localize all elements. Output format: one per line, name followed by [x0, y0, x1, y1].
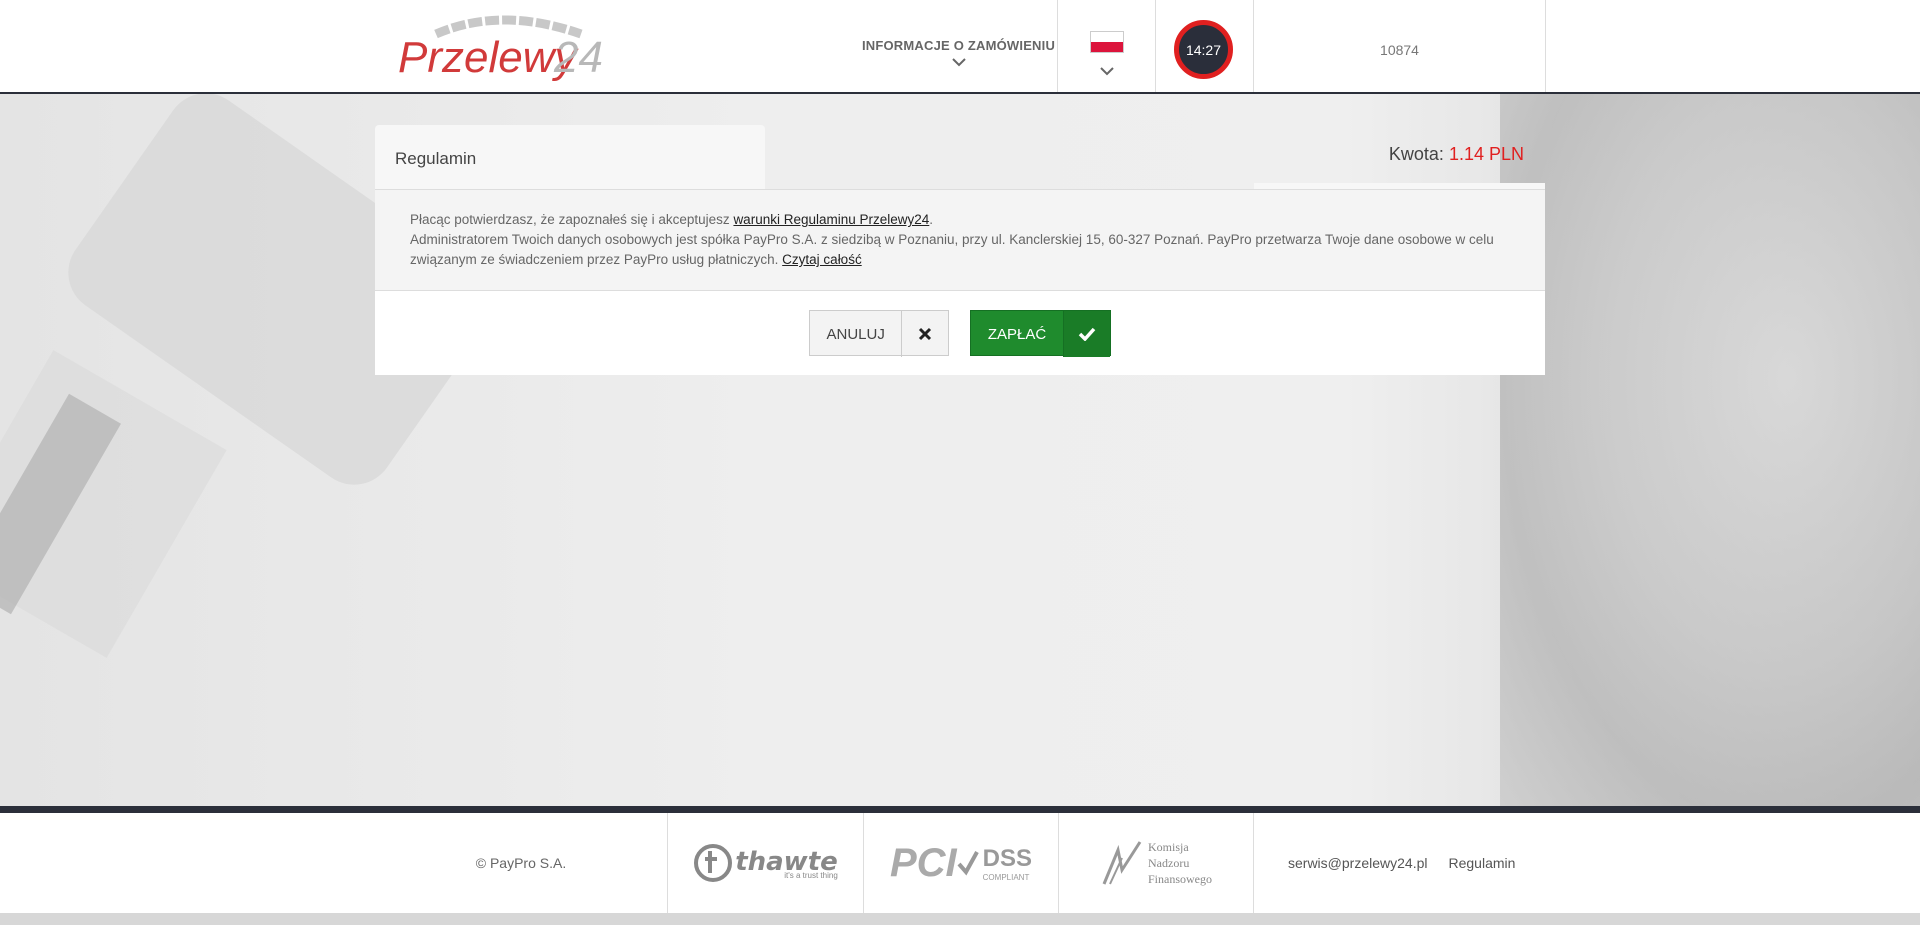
- timer-value: 14:27: [1185, 41, 1222, 58]
- support-email-link[interactable]: serwis@przelewy24.pl: [1288, 855, 1427, 871]
- knf-line-3: Finansowego: [1148, 872, 1212, 886]
- chevron-down-icon: [1100, 67, 1114, 76]
- terms-text: Płacąc potwierdzasz, że zapoznałeś się i…: [410, 212, 730, 227]
- privacy-text: Administratorem Twoich danych osobowych …: [410, 232, 1494, 267]
- read-all-link[interactable]: Czytaj całość: [782, 252, 862, 267]
- dss-text: DSS: [982, 844, 1033, 872]
- poland-flag-icon: [1090, 31, 1124, 53]
- language-selector[interactable]: [1057, 0, 1155, 92]
- cancel-label: ANULUJ: [810, 311, 903, 357]
- footer-terms-link[interactable]: Regulamin: [1448, 855, 1515, 871]
- przelewy24-logo[interactable]: Przelewy 24: [396, 12, 606, 84]
- knf-icon: [1102, 841, 1142, 885]
- thawte-icon: [694, 844, 733, 882]
- header: Przelewy 24 INFORMACJE O ZAMÓWIENIU 14:2…: [0, 0, 1920, 94]
- terms-line-1: Płacąc potwierdzasz, że zapoznałeś się i…: [410, 210, 1510, 230]
- copyright-text: © PayPro S.A.: [475, 855, 567, 871]
- checkmark-icon: [1064, 311, 1110, 357]
- tab-regulamin: Regulamin: [375, 125, 765, 189]
- terms-line-2: Administratorem Twoich danych osobowych …: [410, 230, 1510, 270]
- action-bar: ANULUJ ZAPŁAĆ: [375, 291, 1545, 375]
- chevron-down-icon: [951, 58, 966, 67]
- footer-links: serwis@przelewy24.pl Regulamin: [1253, 813, 1545, 913]
- pci-dss-logo: PCI DSS COMPLIANT: [863, 813, 1058, 913]
- order-info-label: INFORMACJE O ZAMÓWIENIU: [861, 38, 1056, 53]
- knf-line-1: Komisja: [1148, 840, 1189, 854]
- dss-sub-text: COMPLIANT: [982, 872, 1030, 882]
- amount-value: 1.14 PLN: [1448, 144, 1524, 164]
- close-icon: [902, 311, 948, 357]
- amount: Kwota: 1.14 PLN: [1254, 144, 1524, 165]
- order-info-toggle[interactable]: INFORMACJE O ZAMÓWIENIU: [860, 0, 1057, 92]
- session-id-cell: 10874: [1253, 0, 1546, 92]
- copyright: © PayPro S.A.: [375, 813, 667, 913]
- svg-text:Przelewy: Przelewy: [398, 33, 579, 82]
- terms-box: Płacąc potwierdzasz, że zapoznałeś się i…: [375, 189, 1545, 291]
- pay-label: ZAPŁAĆ: [971, 311, 1064, 357]
- knf-logo: Komisja Nadzoru Finansowego: [1058, 813, 1253, 913]
- terms-period: .: [929, 212, 934, 227]
- knf-line-2: Nadzoru: [1148, 856, 1190, 870]
- footer: © PayPro S.A. thawte it's a trust thing …: [0, 813, 1920, 913]
- cancel-button[interactable]: ANULUJ: [809, 310, 949, 357]
- footer-bottom-bar: [0, 913, 1920, 925]
- timer-ring: 14:27: [1174, 20, 1233, 79]
- terms-link[interactable]: warunki Regulaminu Przelewy24: [733, 212, 929, 227]
- tab-label: Regulamin: [395, 149, 477, 168]
- thawte-logo: thawte it's a trust thing: [667, 813, 863, 913]
- session-timer: 14:27: [1155, 0, 1253, 92]
- pci-check-icon: [957, 851, 979, 876]
- svg-text:24: 24: [553, 33, 603, 82]
- pci-text: PCI: [889, 840, 957, 885]
- footer-divider: [0, 806, 1920, 813]
- thawte-tagline: it's a trust thing: [784, 870, 838, 880]
- session-id: 10874: [1380, 42, 1419, 58]
- pay-button[interactable]: ZAPŁAĆ: [970, 310, 1111, 357]
- amount-label: Kwota:: [1388, 144, 1444, 164]
